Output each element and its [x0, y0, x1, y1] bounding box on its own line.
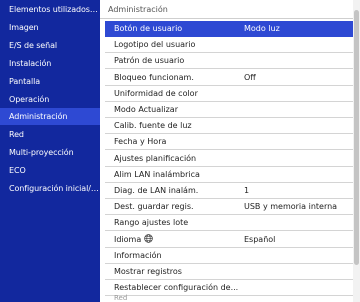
menu-row-restablecer-configuracion[interactable]: Restablecer configuración de...	[105, 280, 353, 296]
idioma-label-text: Idioma	[114, 235, 142, 244]
row-label: Diag. de LAN inalám.	[114, 186, 199, 195]
menu-row-uniformidad-de-color[interactable]: Uniformidad de color	[105, 86, 353, 102]
row-value: USB y memoria interna	[244, 202, 338, 211]
row-label: Fecha y Hora	[114, 137, 167, 146]
row-label: Ajustes planificación	[114, 154, 197, 163]
row-label: Rango ajustes lote	[114, 218, 189, 227]
sidebar-item-configuracion-inicial[interactable]: Configuración inicial/To...	[0, 180, 100, 197]
sidebar-item-instalacion[interactable]: Instalación	[0, 55, 100, 72]
menu-row-logotipo-del-usuario[interactable]: Logotipo del usuario	[105, 37, 353, 53]
row-label: Logotipo del usuario	[114, 40, 196, 49]
menu-row-boton-de-usuario[interactable]: Botón de usuario Modo luz	[105, 21, 353, 37]
row-label: Calib. fuente de luz	[114, 121, 192, 130]
menu-row-ajustes-planificacion[interactable]: Ajustes planificación	[105, 151, 353, 167]
sidebar-item-imagen[interactable]: Imagen	[0, 19, 100, 36]
row-label: Bloqueo funcionam.	[114, 73, 194, 82]
row-label: Idioma	[114, 232, 153, 248]
row-label: Uniformidad de color	[114, 89, 198, 98]
menu-row-dest-guardar-regis[interactable]: Dest. guardar regis. USB y memoria inter…	[105, 199, 353, 215]
menu-row-patron-de-usuario[interactable]: Patrón de usuario	[105, 53, 353, 69]
panel-scrollbar[interactable]	[353, 0, 360, 302]
globe-icon	[144, 234, 153, 243]
next-section-label: Red	[114, 294, 128, 302]
main-menu-sidebar: Elementos utilizados fr... Imagen E/S de…	[0, 0, 100, 302]
panel-title: Administración	[108, 5, 168, 14]
submenu-panel: Administración Botón de usuario Modo luz…	[100, 0, 353, 302]
row-label: Alim LAN inalámbrica	[114, 170, 200, 179]
sidebar-item-elementos-utilizados[interactable]: Elementos utilizados fr...	[0, 1, 100, 18]
menu-row-idioma[interactable]: Idioma Español	[105, 232, 353, 248]
menu-row-modo-actualizar[interactable]: Modo Actualizar	[105, 102, 353, 118]
menu-row-bloqueo-funcionam[interactable]: Bloqueo funcionam. Off	[105, 70, 353, 86]
sidebar-item-pantalla[interactable]: Pantalla	[0, 73, 100, 90]
sidebar-item-es-de-senal[interactable]: E/S de señal	[0, 37, 100, 54]
menu-row-calib-fuente-de-luz[interactable]: Calib. fuente de luz	[105, 118, 353, 134]
sidebar-item-operacion[interactable]: Operación	[0, 91, 100, 108]
row-value: Español	[244, 235, 276, 244]
row-label: Dest. guardar regis.	[114, 202, 194, 211]
sidebar-item-multi-proyeccion[interactable]: Multi-proyección	[0, 144, 100, 161]
scrollbar-thumb[interactable]	[354, 10, 359, 265]
title-divider	[100, 18, 353, 19]
row-value: 1	[244, 186, 250, 195]
row-label: Información	[114, 251, 162, 260]
menu-row-fecha-y-hora[interactable]: Fecha y Hora	[105, 134, 353, 150]
menu-row-informacion[interactable]: Información	[105, 248, 353, 264]
row-label: Modo Actualizar	[114, 105, 178, 114]
row-value: Modo luz	[244, 24, 280, 33]
row-label: Restablecer configuración de...	[114, 283, 239, 292]
row-label: Patrón de usuario	[114, 56, 185, 65]
row-label: Botón de usuario	[114, 24, 183, 33]
menu-row-diag-de-lan-inalam[interactable]: Diag. de LAN inalám. 1	[105, 183, 353, 199]
sidebar-item-red[interactable]: Red	[0, 126, 100, 143]
menu-row-mostrar-registros[interactable]: Mostrar registros	[105, 264, 353, 280]
row-value: Off	[244, 73, 256, 82]
projector-menu-window: Elementos utilizados fr... Imagen E/S de…	[0, 0, 360, 302]
row-label: Mostrar registros	[114, 267, 182, 276]
menu-row-alim-lan-inalambrica[interactable]: Alim LAN inalámbrica	[105, 167, 353, 183]
menu-row-rango-ajustes-lote[interactable]: Rango ajustes lote	[105, 215, 353, 231]
sidebar-item-administracion[interactable]: Administración	[0, 108, 100, 125]
sidebar-item-eco[interactable]: ECO	[0, 162, 100, 179]
